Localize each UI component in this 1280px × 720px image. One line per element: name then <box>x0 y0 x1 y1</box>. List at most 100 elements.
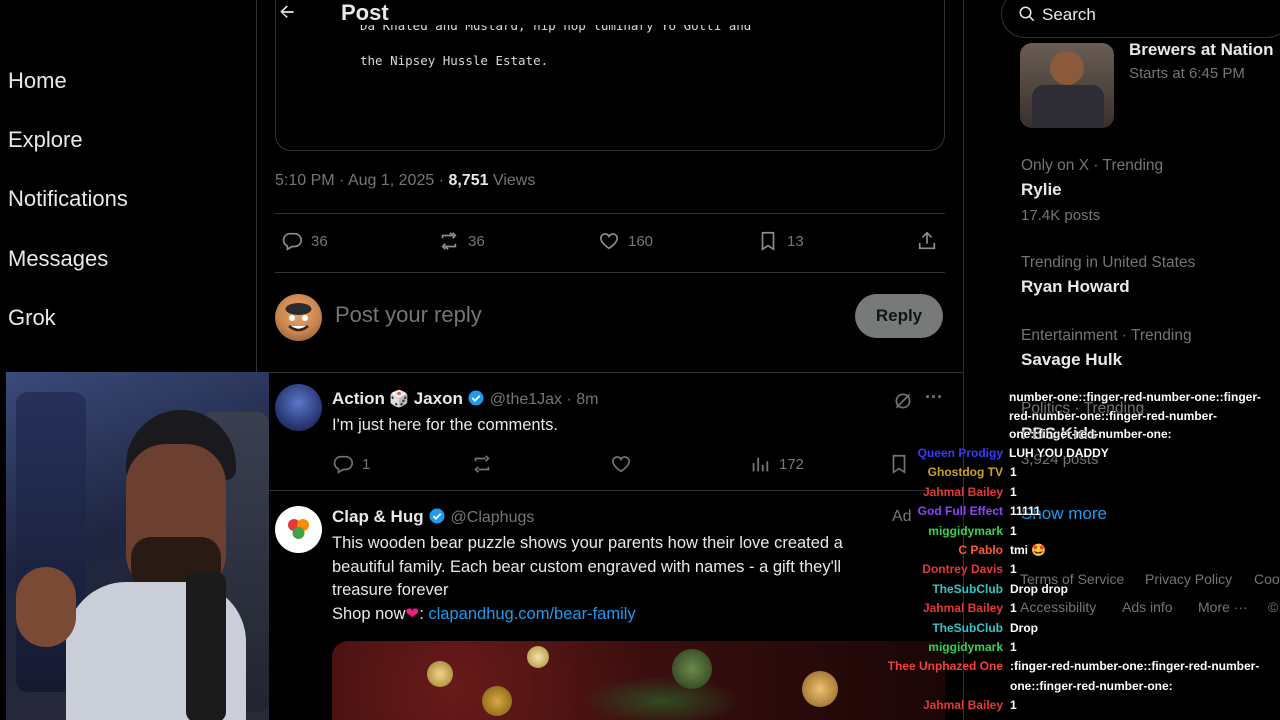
trend-category: Entertainment · Trending <box>1021 327 1192 344</box>
footer-cookie[interactable]: Coo <box>1254 571 1280 587</box>
bookmark-icon <box>892 454 906 474</box>
nav-grok[interactable]: Grok <box>8 305 56 331</box>
nav-notifications[interactable]: Notifications <box>8 186 128 212</box>
reply-input[interactable]: Post your reply <box>335 302 482 328</box>
tweet-time[interactable]: 8m <box>576 391 598 408</box>
divider <box>275 272 945 273</box>
author-name[interactable]: Jaxon <box>414 389 463 408</box>
footer-accessibility[interactable]: Accessibility <box>1020 599 1096 615</box>
nav-messages[interactable]: Messages <box>8 246 108 272</box>
shop-text: Shop now <box>332 604 406 623</box>
search-icon <box>1019 6 1035 22</box>
post-meta: 5:10 PM · Aug 1, 2025 · 8,751 Views <box>275 172 535 190</box>
chat-message: Drop drop <box>1010 581 1068 596</box>
author-handle[interactable]: @Claphugs <box>451 509 535 526</box>
reply-action[interactable]: 1 <box>332 453 370 475</box>
chat-username: TheSubClub <box>932 620 1003 635</box>
trend-name[interactable]: Ryan Howard <box>1021 277 1130 297</box>
repost-count: 36 <box>468 232 485 250</box>
chat-username: God Full Effect <box>917 504 1003 519</box>
trend-name[interactable]: Savage Hulk <box>1021 350 1122 370</box>
chat-username: Queen Prodigy <box>917 446 1003 460</box>
avatar[interactable] <box>275 384 322 431</box>
chat-username: miggidymark <box>928 640 1003 654</box>
tweet-text: I'm just here for the comments. <box>332 416 558 434</box>
nav-explore[interactable]: Explore <box>8 127 83 153</box>
bookmark-icon <box>761 231 775 251</box>
views-action[interactable]: 172 <box>749 453 804 475</box>
chat-overflow-line: one::finger-red-number-one: <box>1009 427 1172 441</box>
trend-category: Only on X · Trending <box>1021 157 1164 174</box>
nav-home[interactable]: Home <box>8 68 67 94</box>
ad-link[interactable]: clapandhug.com/bear-family <box>428 605 635 623</box>
event-image[interactable] <box>1020 43 1114 128</box>
ad-label: Ad <box>892 508 912 525</box>
dice-emoji: 🎲 <box>389 391 410 408</box>
reply-count: 1 <box>362 455 371 473</box>
grok-icon[interactable] <box>893 391 913 411</box>
heart-emoji-icon: ❤ <box>405 604 420 623</box>
reply-action[interactable]: 36 <box>281 230 328 252</box>
clap-hug-logo-icon <box>288 519 309 539</box>
bookmark-action[interactable]: 13 <box>757 230 804 252</box>
footer-more[interactable]: More ··· <box>1198 599 1248 615</box>
tweet-text-line: treasure forever <box>332 581 449 599</box>
chat-message: 11111 <box>1010 504 1041 519</box>
chat-username: Ghostdog TV <box>927 465 1003 480</box>
bookmark-count: 13 <box>787 232 804 250</box>
meta-separator: · <box>434 172 449 189</box>
comment-icon <box>333 455 353 474</box>
verified-badge-icon <box>468 390 484 406</box>
share-action[interactable] <box>916 230 938 252</box>
chat-message: 1 <box>1010 640 1017 654</box>
trend-name[interactable]: Rylie <box>1021 180 1062 200</box>
like-action[interactable] <box>610 453 632 475</box>
more-icon[interactable]: ··· <box>925 387 943 408</box>
comment-icon <box>282 232 302 251</box>
chat-message: :finger-red-number-one::finger-red-numbe… <box>1010 659 1260 674</box>
author-name[interactable]: Clap & Hug <box>332 507 424 526</box>
footer-privacy[interactable]: Privacy Policy <box>1145 571 1232 587</box>
repost-icon <box>474 455 490 473</box>
like-count: 160 <box>628 232 654 250</box>
repost-icon <box>441 232 457 250</box>
post-actions: 36 36 160 13 <box>275 230 945 260</box>
tweet-text: This wooden bear puzzle shows your paren… <box>332 532 932 626</box>
cartoon-avatar-icon <box>285 303 312 332</box>
author-handle[interactable]: @the1Jax <box>490 391 562 408</box>
post-time[interactable]: 5:10 PM <box>275 172 335 189</box>
reply-tweet[interactable]: Action 🎲 Jaxon @the1Jax · 8m ··· I'm jus… <box>257 373 963 490</box>
divider <box>275 213 945 214</box>
chat-message: 1 <box>1010 484 1017 499</box>
ad-tweet[interactable]: Clap & Hug @Claphugs Ad This wooden bear… <box>257 491 963 720</box>
quoted-text-line-1: Da Khaled and Mustard, hip hop luminary … <box>360 18 752 33</box>
chat-overflow-line: number-one::finger-red-number-one::finge… <box>1009 390 1261 404</box>
post-date[interactable]: Aug 1, 2025 <box>348 172 434 189</box>
chat-overflow-line: red-number-one::finger-red-number- <box>1009 409 1217 423</box>
reply-count: 36 <box>311 232 328 250</box>
chat-message: tmi 🤩 <box>1010 543 1047 557</box>
trend-category: Trending in United States <box>1021 254 1196 271</box>
repost-action[interactable] <box>471 453 493 475</box>
author-name[interactable]: Action <box>332 389 385 408</box>
user-avatar[interactable] <box>275 294 322 341</box>
repost-action[interactable]: 36 <box>438 230 485 252</box>
ad-media-image[interactable] <box>332 641 945 720</box>
bookmark-action[interactable] <box>888 453 910 475</box>
chat-overflow-line: LUH YOU DADDY <box>1009 446 1109 460</box>
chat-username: Dontrey Davis <box>922 562 1003 577</box>
advertiser-avatar[interactable] <box>275 506 322 553</box>
quoted-text-line-2: the Nipsey Hussle Estate. <box>360 53 549 68</box>
chat-message: 1 <box>1010 465 1017 480</box>
search-bar[interactable]: Search <box>1001 0 1280 38</box>
footer-ads-info[interactable]: Ads info <box>1122 599 1173 615</box>
reply-button[interactable]: Reply <box>855 294 943 338</box>
view-count: 172 <box>779 455 805 473</box>
heart-icon <box>599 233 619 250</box>
chat-message: 1 <box>1010 601 1017 616</box>
quoted-card[interactable]: Da Khaled and Mustard, hip hop luminary … <box>275 0 945 151</box>
analytics-icon <box>752 457 769 472</box>
event-title[interactable]: Brewers at Nation <box>1129 40 1274 60</box>
search-input[interactable]: Search <box>1042 5 1096 25</box>
like-action[interactable]: 160 <box>598 230 653 252</box>
